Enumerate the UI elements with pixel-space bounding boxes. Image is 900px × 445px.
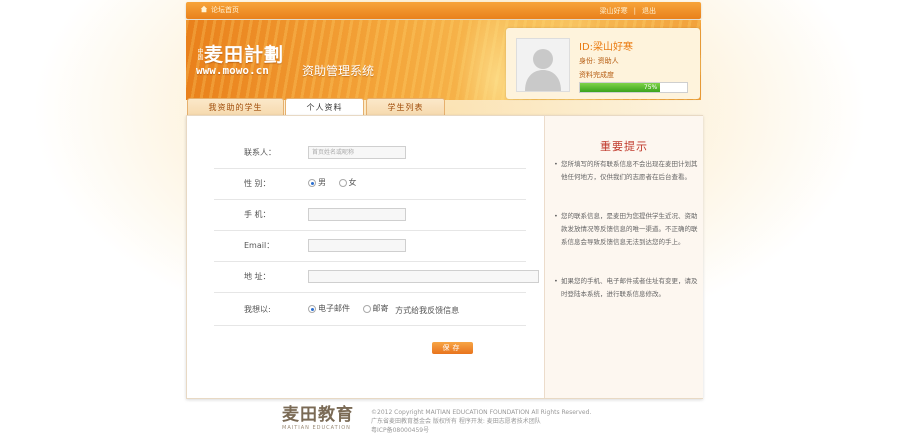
notice-tip-2: 您的联系信息，是麦田为您提供学生近况、资助款发放情况等反馈信息的唯一渠道。不正确… <box>554 210 698 249</box>
gender-label: 性 别： <box>244 179 271 188</box>
footer-rights: 广东省麦田教育基金会 版权所有 程序开发: 麦田志愿者技术团队 <box>371 418 541 425</box>
user-role: 身份: 资助人 <box>579 57 619 65</box>
username-link[interactable]: 梁山好寒 <box>600 7 628 15</box>
notice-tip-1: 您所填写的所有联系信息不会出现在麦田计划其他任何地方，仅供我们的志愿者在后台查看… <box>554 158 698 184</box>
phone-row: 手 机： <box>214 199 526 231</box>
phone-label: 手 机： <box>244 210 271 219</box>
contact-label: 联系人： <box>244 148 276 157</box>
completeness-progress-bar: 75% <box>579 82 688 93</box>
footer-logo-en: MAITIAN EDUCATION <box>282 425 351 431</box>
logo-url: www.mowo.cn <box>196 64 269 77</box>
footer-copyright: ©2012 Copyright MAITIAN EDUCATION FOUNDA… <box>371 409 592 416</box>
email-row: Email： <box>214 230 526 262</box>
contact-row: 联系人： 首页姓名或昵称 <box>214 137 526 169</box>
notice-panel: 重要提示 您所填写的所有联系信息不会出现在麦田计划其他任何地方，仅供我们的志愿者… <box>544 116 703 398</box>
pref-suffix: 方式给我反馈信息 <box>395 306 460 315</box>
notice-tip-3-text: 如果您的手机、电子邮件或者住址有变更，请及时登陆本系统，进行联系信息修改。 <box>561 277 698 298</box>
footer-logo-cn: 麦田教育 <box>282 405 354 425</box>
contact-input[interactable]: 首页姓名或昵称 <box>308 146 406 159</box>
home-icon <box>200 5 208 15</box>
radio-male[interactable] <box>308 179 316 187</box>
address-label: 地 址： <box>244 272 271 281</box>
footer-logo: 麦田教育 MAITIAN EDUCATION <box>282 406 354 432</box>
address-input[interactable] <box>308 270 539 283</box>
address-row: 地 址： <box>214 261 539 293</box>
user-id: ID:梁山好寒 <box>579 42 634 53</box>
phone-input[interactable] <box>308 208 406 221</box>
notice-tip-2-text: 您的联系信息，是麦田为您提供学生近况、资助款发放情况等反馈信息的唯一渠道。不正确… <box>561 212 698 246</box>
avatar <box>516 38 570 92</box>
logo-country: 中国 <box>196 48 203 60</box>
gender-row: 性 别： 男 女 <box>214 168 526 200</box>
progress-text: 75% <box>643 84 658 91</box>
notice-tip-3: 如果您的手机、电子邮件或者住址有变更，请及时登陆本系统，进行联系信息修改。 <box>554 275 698 301</box>
pref-post-label: 邮寄 <box>372 304 389 313</box>
main-panel: 联系人： 首页姓名或昵称 性 别： 男 女 手 机： Email： 地 址： 我… <box>186 115 703 399</box>
notice-tip-1-text: 您所填写的所有联系信息不会出现在麦田计划其他任何地方，仅供我们的志愿者在后台查看… <box>561 160 698 181</box>
feedback-pref-row: 我想以: 电子邮件 邮寄 方式给我反馈信息 <box>214 294 526 326</box>
email-label: Email： <box>244 241 275 250</box>
notice-title: 重要提示 <box>600 140 648 153</box>
footer-text: ©2012 Copyright MAITIAN EDUCATION FOUNDA… <box>371 408 591 435</box>
logo-name: 麦田計劃 <box>204 44 285 66</box>
progress-fill: 75% <box>580 83 661 92</box>
system-title: 资助管理系统 <box>302 64 375 78</box>
gender-female-label: 女 <box>348 178 357 187</box>
forum-home-label: 论坛首页 <box>211 6 239 14</box>
separator: | <box>633 7 636 15</box>
pref-email-option[interactable]: 电子邮件 <box>308 303 350 315</box>
email-input[interactable] <box>308 239 406 252</box>
pref-email-label: 电子邮件 <box>318 304 350 313</box>
tab-my-students[interactable]: 我资助的学生 <box>187 98 284 116</box>
footer-icp: 粤ICP备08000459号 <box>371 427 430 434</box>
save-button[interactable]: 保存 <box>432 342 473 354</box>
pref-post-option[interactable]: 邮寄 <box>362 303 389 315</box>
profile-form: 联系人： 首页姓名或昵称 性 别： 男 女 手 机： Email： 地 址： 我… <box>187 116 544 398</box>
radio-email[interactable] <box>308 305 316 313</box>
tab-student-list[interactable]: 学生列表 <box>366 98 445 116</box>
gender-male-option[interactable]: 男 <box>308 177 326 189</box>
user-links: 梁山好寒 | 退出 <box>597 6 659 16</box>
completeness-label: 资料完成度 <box>579 71 614 79</box>
radio-female[interactable] <box>338 179 347 187</box>
forum-home-link[interactable]: 论坛首页 <box>200 5 239 15</box>
top-bar: 论坛首页 梁山好寒 | 退出 <box>186 2 701 19</box>
logout-link[interactable]: 退出 <box>642 7 656 15</box>
default-avatar-icon <box>517 39 569 91</box>
gender-male-label: 男 <box>318 178 326 187</box>
gender-female-option[interactable]: 女 <box>338 177 357 189</box>
feedback-pref-label: 我想以: <box>244 305 271 314</box>
radio-post[interactable] <box>362 305 371 313</box>
profile-card: ID:梁山好寒 身份: 资助人 资料完成度 75% <box>506 28 700 99</box>
